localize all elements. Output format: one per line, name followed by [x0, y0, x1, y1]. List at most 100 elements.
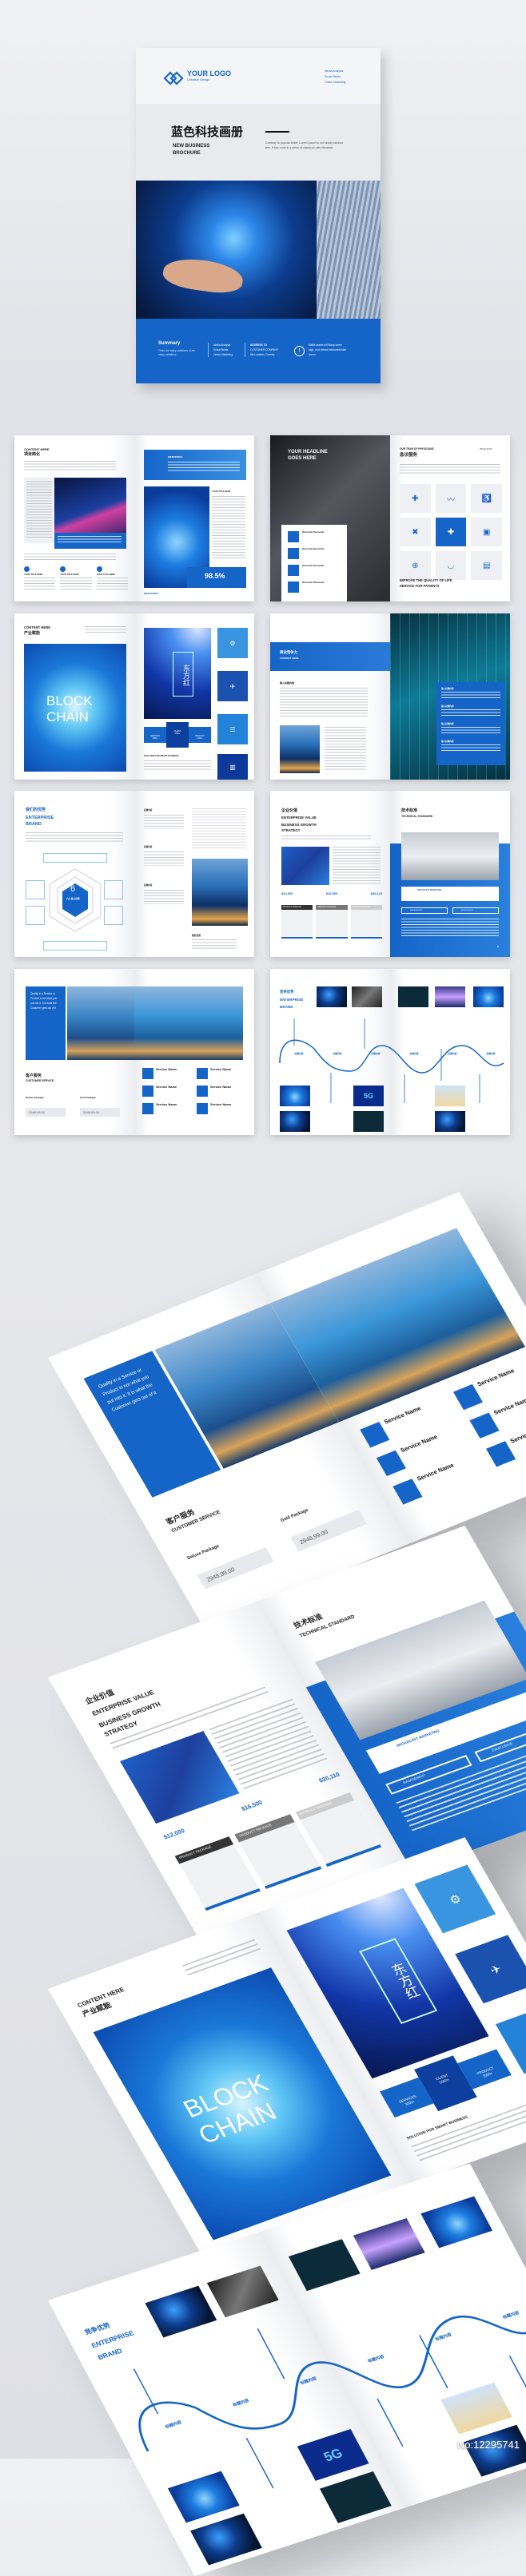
gold-price: 2948,99.00: [290, 1510, 368, 1552]
service-item: Service Name: [142, 1102, 193, 1114]
service-icon: [452, 1383, 484, 1411]
cover-photo-lightbulb: [136, 181, 381, 319]
team-title-cn: 急诊服务: [400, 453, 418, 458]
cover-title-cn: 蓝色科技画册: [171, 125, 244, 139]
timeline-nodes: 标题内容 标题内容 标题内容 标题内容 标题内容 标题内容: [294, 1052, 496, 1055]
title-cn: 企业价值: [281, 808, 298, 813]
shirt-sleeve: [317, 181, 381, 319]
service-name: Service Name: [210, 1102, 232, 1106]
deluxe-package: Deluxe Package: [185, 1542, 221, 1562]
body-text: [280, 688, 368, 716]
service-icon: [393, 1479, 423, 1505]
solution-title: SOLUTION FOR SMART BUSINESS: [144, 755, 179, 757]
body-text: [182, 1939, 262, 1979]
body-text: [26, 832, 123, 843]
service-name: Service Name: [210, 1067, 232, 1071]
heading-cn: 项目简化: [24, 452, 41, 457]
timeline-wave: [133, 2315, 526, 2489]
city-map-photo-right: [134, 986, 243, 1060]
footer-col-2: Media Analysis Social Media Online Marketi…: [208, 343, 233, 357]
logo-subtitle: Creative Design: [187, 77, 210, 81]
gold-price: 2948,99.00: [80, 1108, 120, 1117]
service-name: Service Name: [156, 1067, 177, 1071]
service-icon: [376, 1450, 406, 1476]
cover-title-en-2: BROCHURE: [173, 151, 201, 156]
skyline-photo: [192, 859, 248, 926]
quote-box: Quality in a Service or Product is not w…: [26, 986, 66, 1060]
block-title: 标题内容: [144, 884, 153, 887]
spread-enterprise-brand: 我们的优势 ENTERPRISE BRAND 6 六大核心优势 标题内容 标题内…: [14, 791, 254, 957]
banner: 商业竞争力 CONTENT HERE: [270, 642, 390, 671]
service-item: Service Name: [142, 1067, 193, 1079]
gold-package: Gold Package: [279, 1506, 309, 1523]
deluxe-price: 2948,99.00: [197, 1547, 274, 1590]
title-3: STRATEGY: [281, 828, 301, 832]
broadcast-box: BROADCAST MARKETING: [401, 887, 499, 901]
intro-box: BIENVENIDA: [144, 450, 246, 480]
service-name: Service Name: [399, 1432, 439, 1455]
service-icon: [197, 1103, 208, 1114]
service-icon: [486, 1441, 516, 1467]
checkbox-management: MANAGEMENT: [401, 907, 448, 914]
paper-plane-icon: ✈: [455, 1935, 526, 2004]
service-name: Service Name: [382, 1404, 423, 1426]
body-text: [192, 939, 237, 949]
title-cn: 我们的优势: [26, 808, 46, 812]
hand: [161, 255, 245, 296]
service-item: Service Name: [197, 1085, 248, 1097]
title-1: ENTERPRISE VALUE: [281, 816, 317, 820]
body-text: [24, 461, 116, 470]
service-icon: [360, 1422, 390, 1448]
body-text: [400, 464, 500, 475]
price-row: $12,000 $16,500 $20,110: [281, 891, 382, 895]
gear-icon: ⚙: [217, 628, 248, 658]
callout-box: [104, 880, 123, 899]
title-2: BRAND: [26, 822, 42, 827]
title-en: CUSTOMER SERVICE: [26, 1079, 54, 1082]
icon-columns: YOUR TITLE HERE YOUR TITLE HERE YOUR TIT…: [24, 566, 128, 595]
service-icon: [197, 1068, 208, 1079]
stats-row: SERVICES 3000+ CLIENT 5000+ PRODUCT 2000+: [144, 722, 211, 748]
callout-box: [26, 880, 45, 899]
callout-box: [26, 906, 45, 925]
feature-panel: 输入标题内容 输入标题内容 输入标题内容 输入标题内容: [436, 682, 505, 765]
paper-plane-icon: ✈: [217, 671, 248, 701]
body-text: [144, 890, 184, 904]
abstract-photo: [281, 847, 329, 885]
service-icon: [197, 1086, 208, 1097]
summary-title: Summary: [158, 341, 181, 346]
tagline-2: SERVICE FOR PATIENTS: [400, 584, 440, 588]
service-title: 服务优势: [192, 934, 201, 937]
spread-enterprise-value: 企业价值 ENTERPRISE VALUE BUSINESS GROWTH ST…: [270, 791, 510, 957]
watermark-id: No:12295741: [456, 2439, 520, 2451]
cover-title-en-1: NEW BUSINESS: [173, 144, 210, 149]
body-text: [325, 727, 366, 772]
heading: CONTENT HERE: [24, 447, 50, 451]
service-item: Service Name: [142, 1085, 193, 1097]
body-text: [85, 626, 126, 634]
summary-text: There are many variations of are many va…: [158, 349, 196, 356]
icon-list: [192, 808, 246, 850]
spread-timeline: 竞争优势 ENTERPRISE BRAND 5G 标题内容 标题内容 标题内容 标题内…: [48, 2163, 526, 2576]
team-title: OUR TEAM OF PHYSICIANS: [400, 447, 434, 451]
gear-icon: ⚙: [414, 1864, 496, 1934]
quote-title: BIENVENIDA: [144, 592, 159, 595]
body-text: [144, 815, 184, 829]
east-photo: 东方红: [144, 628, 211, 719]
sidebar-text: [24, 478, 56, 543]
hexagon-number: 6: [70, 884, 76, 894]
spread-block-chain: CONTENT HERE 产业赋能 BLOCK CHAIN 东方红 SERVIC…: [14, 613, 254, 780]
feature-card: Bienvenido Bienvenido Bienvenido Bienven…: [281, 525, 347, 601]
chart-icon: ▥: [217, 754, 248, 780]
subheading: 输入标题内容: [280, 681, 295, 685]
spread-content-here: CONTENT HERE 项目简化 YOUR TITLE HERE YOUR T…: [14, 435, 254, 601]
page-number: 8: [497, 945, 499, 948]
body-text: [333, 847, 381, 885]
service-icon: [142, 1103, 153, 1114]
service-name: Service Name: [415, 1461, 456, 1482]
service-icon: [142, 1086, 153, 1097]
spread-timeline: 竞争优势 ENTERPRISE BRAND 5G 标题内容 标题内容 标题内容 标题内…: [270, 969, 510, 1135]
tagline-1: IMPROVE THE QUALITY OF LIFE: [400, 578, 452, 582]
block-chain-photo: BLOCK CHAIN: [24, 644, 126, 772]
package-table: PRODUCT PACKAGE PRODUCT PACKAGE PRODUCT …: [281, 905, 382, 939]
